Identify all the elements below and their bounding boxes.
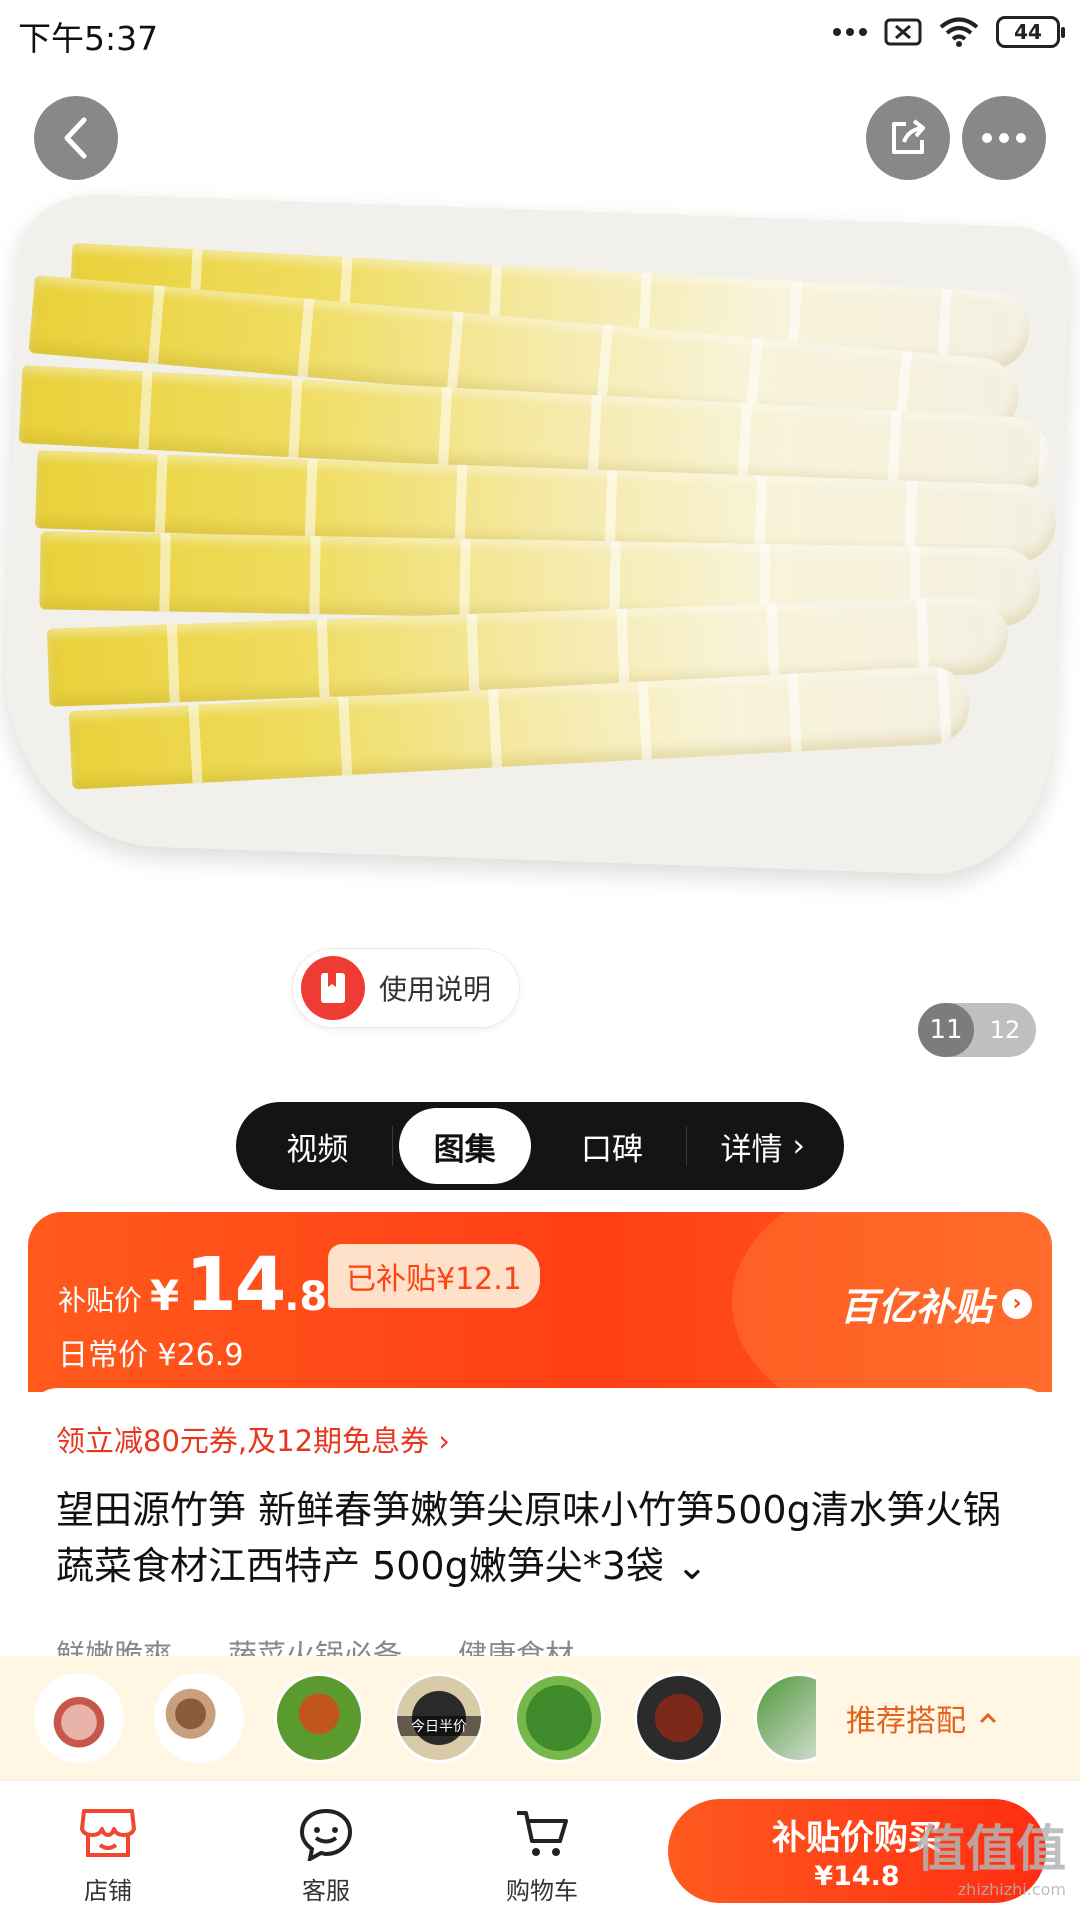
tab-video[interactable]: 视频 xyxy=(242,1108,393,1184)
watermark-url: zhizhizhi.com xyxy=(957,1880,1066,1899)
currency-symbol: ¥ xyxy=(150,1271,180,1320)
image-page-counter: 11 12 xyxy=(918,1003,1036,1057)
more-button[interactable] xyxy=(962,96,1046,180)
pork-belly-thumb[interactable] xyxy=(34,1673,124,1763)
page-current: 11 xyxy=(918,1003,974,1057)
bookmark-icon xyxy=(301,956,365,1020)
chevron-left-icon xyxy=(64,117,87,159)
daily-price-label: 日常价 xyxy=(58,1338,148,1373)
tab-reviews-label: 口碑 xyxy=(581,1131,643,1168)
site-watermark: 值值值 zhizhizhi.com xyxy=(916,1824,1066,1898)
tab-gallery[interactable]: 图集 xyxy=(398,1108,531,1184)
store-icon xyxy=(80,1809,136,1857)
cart-label: 购物车 xyxy=(506,1877,578,1905)
back-button[interactable] xyxy=(34,96,118,180)
mushroom-thumb[interactable] xyxy=(154,1673,244,1763)
share-icon xyxy=(892,119,925,154)
price-integer: 14 xyxy=(185,1242,286,1328)
battery-icon: 44 xyxy=(996,16,1065,48)
veg-box-thumb[interactable] xyxy=(754,1673,816,1763)
recommend-thumbnails: 今日半价 xyxy=(34,1673,816,1763)
chat-smile-icon xyxy=(299,1808,353,1861)
subsidy-amount-tag: 已补贴¥12.1 xyxy=(328,1244,540,1308)
cart-icon xyxy=(517,1811,568,1856)
sim-off-icon xyxy=(884,18,922,46)
cured-meat-thumb[interactable] xyxy=(634,1673,724,1763)
cart-button[interactable]: 购物车 xyxy=(482,1807,602,1906)
buy-button-price: ¥14.8 xyxy=(814,1861,900,1892)
customer-service-button[interactable]: 客服 xyxy=(266,1807,386,1906)
subsidy-price: 补贴价 ¥ 14 .8 xyxy=(58,1242,327,1328)
more-dots-icon xyxy=(982,133,1026,143)
price-banner[interactable]: 补贴价 ¥ 14 .8 已补贴¥12.1 日常价 ¥26.9 百亿补贴 › xyxy=(28,1212,1052,1392)
daily-price-value: ¥26.9 xyxy=(157,1338,244,1373)
arrow-right-icon: › xyxy=(1002,1288,1032,1319)
watermark-text: 值值值 xyxy=(916,1820,1066,1878)
chevron-right-icon: › xyxy=(792,1128,805,1164)
share-button[interactable] xyxy=(866,96,950,180)
status-time: 下午5:37 xyxy=(18,19,159,58)
coupon-link[interactable]: 领立减80元券,及12期免息券 › xyxy=(56,1418,450,1460)
page-total: 12 xyxy=(989,1016,1021,1044)
thumb-caption: 今日半价 xyxy=(397,1716,481,1736)
daily-price: 日常价 ¥26.9 xyxy=(58,1330,243,1374)
battery-level: 44 xyxy=(1014,20,1042,44)
store-button[interactable]: 店铺 xyxy=(48,1807,168,1906)
snack-thumb[interactable]: 今日半价 xyxy=(394,1673,484,1763)
product-title[interactable]: 望田源竹笋 新鲜春笋嫩笋尖原味小竹笋500g清水笋火锅蔬菜食材江西特产 500g… xyxy=(56,1482,1036,1594)
customer-service-label: 客服 xyxy=(302,1877,350,1905)
tab-reviews[interactable]: 口碑 xyxy=(537,1108,688,1184)
tab-details[interactable]: 详情 › xyxy=(687,1108,838,1184)
dots-icon xyxy=(833,28,867,36)
wifi-icon xyxy=(939,17,979,47)
tab-gallery-label: 图集 xyxy=(433,1131,496,1168)
status-icons: 44 xyxy=(832,16,1065,48)
recommend-strip: 今日半价 推荐搭配 xyxy=(0,1656,1080,1780)
roast-duck-thumb[interactable] xyxy=(274,1673,364,1763)
store-label: 店铺 xyxy=(84,1877,132,1905)
media-tabs: 视频 图集 口碑 详情 › xyxy=(236,1102,844,1190)
tab-details-label: 详情 xyxy=(720,1131,783,1168)
status-bar: 下午5:37 44 xyxy=(0,0,1080,66)
brand-text: 百亿补贴 xyxy=(839,1285,992,1329)
subsidy-price-label: 补贴价 xyxy=(58,1284,143,1317)
recommend-toggle[interactable]: 推荐搭配 xyxy=(846,1696,998,1740)
recommend-label: 推荐搭配 xyxy=(846,1704,966,1739)
usage-guide-label: 使用说明 xyxy=(379,973,492,1006)
product-info-card: 领立减80元券,及12期免息券 › 望田源竹笋 新鲜春笋嫩笋尖原味小竹笋500g… xyxy=(28,1388,1052,1688)
usage-guide-button[interactable]: 使用说明 xyxy=(292,948,520,1028)
greens-thumb[interactable] xyxy=(514,1673,604,1763)
subsidy-brand-logo[interactable]: 百亿补贴 › xyxy=(840,1276,1032,1331)
chevron-up-icon xyxy=(979,1712,997,1724)
price-decimal: .8 xyxy=(284,1274,328,1320)
tab-video-label: 视频 xyxy=(286,1131,349,1168)
